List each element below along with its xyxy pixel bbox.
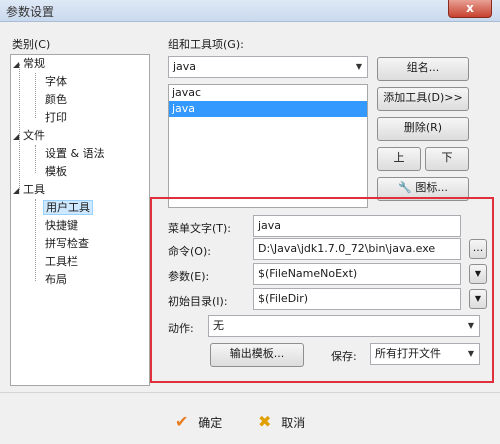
output-template-button[interactable]: 输出模板...	[210, 343, 304, 367]
save-select[interactable]: 所有打开文件 ▼	[370, 343, 480, 365]
title-bar[interactable]: 参数设置 x	[0, 0, 500, 22]
initdir-input[interactable]: $(FileDir)	[253, 288, 461, 310]
move-down-button[interactable]: 下	[425, 147, 469, 171]
move-up-button[interactable]: 上	[377, 147, 421, 171]
cancel-button[interactable]: ✖ 取消	[258, 410, 305, 434]
ok-button[interactable]: ✔ 确定	[175, 410, 222, 434]
group-name-button[interactable]: 组名...	[377, 57, 469, 81]
parameter-settings-dialog: 参数设置 x 类别(C) ◢ 常规 字体 颜色 打印 ◢ 文件 设置 & 语法 模板…	[0, 0, 500, 444]
tree-item-layout[interactable]: 布局	[45, 271, 67, 289]
args-input[interactable]: $(FileNameNoExt)	[253, 263, 461, 285]
expand-arrow-icon[interactable]: ◢	[13, 56, 23, 74]
args-label: 参数(E):	[168, 270, 210, 283]
tree-node-general[interactable]: ◢ 常规	[13, 55, 45, 73]
group-select[interactable]: java ▼	[168, 56, 368, 78]
command-input[interactable]: D:\Java\jdk1.7.0_72\bin\java.exe	[253, 238, 461, 260]
browse-button[interactable]: ...	[469, 239, 487, 259]
chevron-down-icon: ▼	[467, 349, 475, 358]
tree-item-color[interactable]: 颜色	[45, 91, 67, 109]
save-label: 保存:	[331, 350, 357, 363]
tree-node-tools[interactable]: ◢ 工具	[13, 181, 45, 199]
tree-node-file[interactable]: ◢ 文件	[13, 127, 45, 145]
args-dropdown-button[interactable]: ▼	[469, 264, 487, 284]
delete-button[interactable]: 删除(R)	[377, 117, 469, 141]
tree-item-print[interactable]: 打印	[45, 109, 67, 127]
action-select[interactable]: 无 ▼	[208, 315, 480, 337]
list-item[interactable]: javac	[169, 85, 367, 101]
tree-item-toolbar[interactable]: 工具栏	[45, 253, 78, 271]
expand-arrow-icon[interactable]: ◢	[13, 182, 23, 200]
list-item-selected[interactable]: java	[169, 101, 367, 117]
tree-line	[35, 73, 36, 118]
window-title: 参数设置	[6, 5, 55, 19]
add-tool-button[interactable]: 添加工具(D)>>	[377, 87, 469, 111]
tool-list[interactable]: javac java	[168, 84, 368, 208]
initdir-dropdown-button[interactable]: ▼	[469, 289, 487, 309]
menu-text-label: 菜单文字(T):	[168, 222, 232, 235]
tree-line	[35, 145, 36, 173]
chevron-down-icon: ▼	[467, 321, 475, 330]
chevron-down-icon: ▼	[474, 269, 482, 278]
command-label: 命令(O):	[168, 245, 211, 258]
action-label: 动作:	[168, 322, 194, 335]
chevron-down-icon: ▼	[474, 294, 482, 303]
menu-text-input[interactable]: java	[253, 215, 461, 237]
check-icon: ✔	[175, 412, 189, 431]
wrench-icon: 🔧	[398, 181, 412, 194]
tree-line	[35, 199, 36, 281]
tree-item-template[interactable]: 模板	[45, 163, 67, 181]
category-label: 类别(C)	[12, 38, 51, 51]
tree-item-user-tools[interactable]: 用户工具	[43, 199, 93, 217]
tree-item-shortcuts[interactable]: 快捷键	[45, 217, 78, 235]
tree-item-settings-syntax[interactable]: 设置 & 语法	[45, 145, 105, 163]
tree-item-spell-check[interactable]: 拼写检查	[45, 235, 89, 253]
initdir-label: 初始目录(I):	[168, 295, 228, 308]
footer-separator	[0, 392, 500, 393]
category-tree[interactable]: ◢ 常规 字体 颜色 打印 ◢ 文件 设置 & 语法 模板 ◢ 工具 用户工具 快捷键…	[10, 54, 150, 386]
chevron-down-icon: ▼	[355, 62, 363, 71]
close-button[interactable]: x	[448, 0, 492, 18]
group-label: 组和工具项(G):	[168, 38, 244, 51]
tree-item-font[interactable]: 字体	[45, 73, 67, 91]
close-icon: ✖	[258, 412, 272, 431]
expand-arrow-icon[interactable]: ◢	[13, 128, 23, 146]
